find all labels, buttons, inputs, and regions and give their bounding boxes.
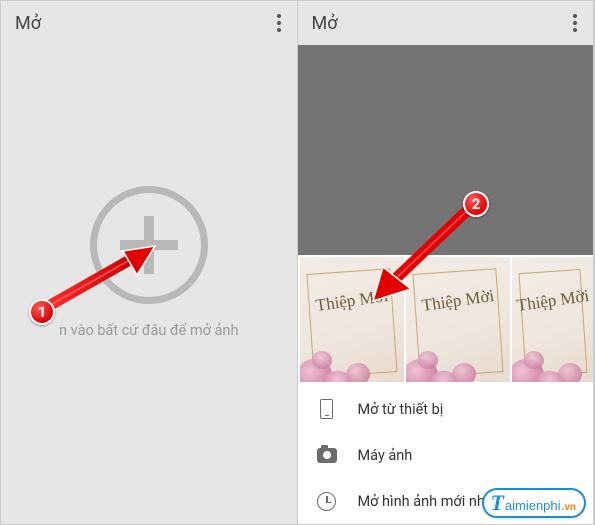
step-marker-1: 1 <box>29 299 55 325</box>
open-from-device-option[interactable]: Mở từ thiết bị <box>298 386 594 432</box>
tap-anywhere-hint: n vào bất cứ đâu để mở ảnh <box>51 322 246 339</box>
step-marker-2: 2 <box>463 191 489 217</box>
watermark-logo: T aimienphi .vn <box>482 488 586 518</box>
clock-icon <box>316 490 338 512</box>
option-label: Máy ảnh <box>358 447 413 464</box>
tutorial-composite: Mở n vào bất cứ đâu để mở ảnh Mở Thiệp M… <box>0 0 595 525</box>
overflow-menu-icon[interactable] <box>567 8 583 38</box>
option-label: Mở từ thiết bị <box>358 401 444 418</box>
annotation-arrow <box>39 243 169 323</box>
option-label: Mở hình ảnh mới nhất <box>358 493 498 510</box>
app-title: Mở <box>312 13 338 34</box>
device-icon <box>316 398 338 420</box>
camera-option[interactable]: Máy ảnh <box>298 432 594 478</box>
camera-icon <box>316 444 338 466</box>
app-bar: Mở <box>298 1 594 45</box>
thumbnail[interactable]: Thiệp Mời <box>512 257 594 382</box>
